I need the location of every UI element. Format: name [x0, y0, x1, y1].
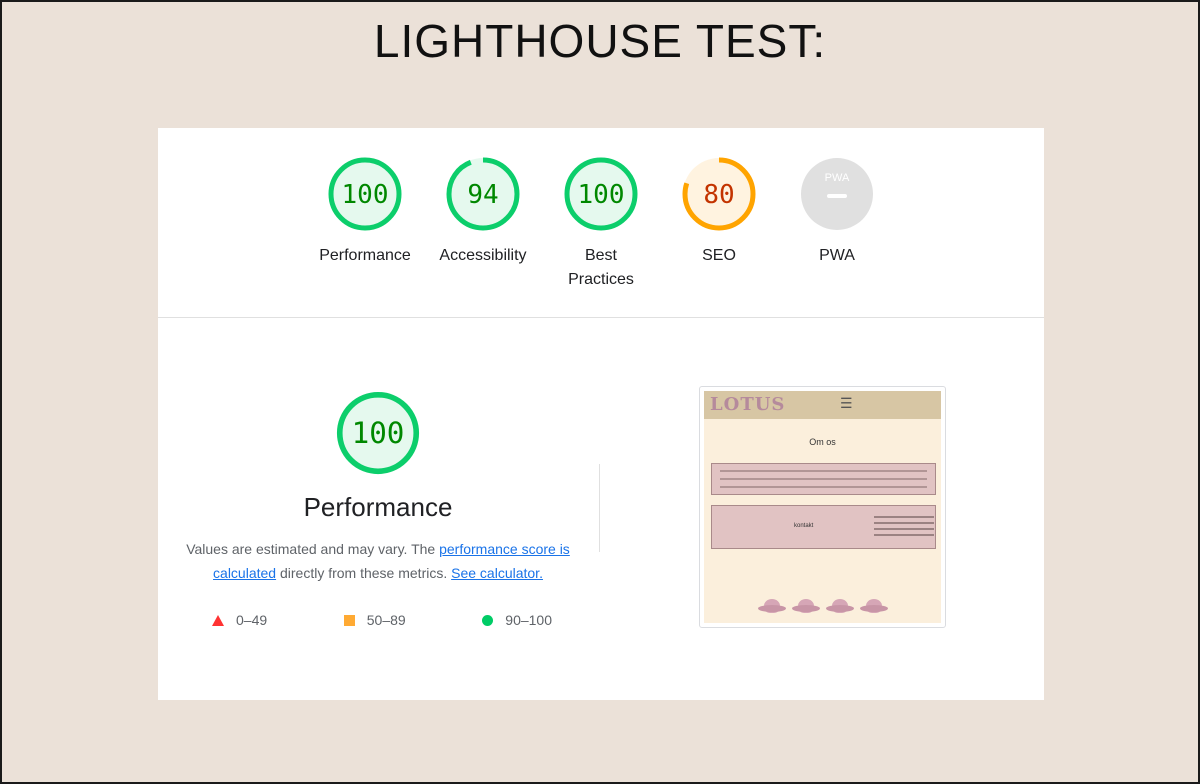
- page-screenshot-thumbnail[interactable]: LOTUS ☰ Om os kontakt: [699, 386, 946, 628]
- legend-average-range: 50–89: [366, 612, 406, 628]
- thumbnail-contact-list: [874, 512, 934, 536]
- gauge-label: SEO: [702, 247, 736, 264]
- gauge-score: PWA: [825, 172, 850, 184]
- description-text: Values are estimated and may vary. The: [186, 541, 440, 557]
- performance-detail: 100 Performance Values are estimated and…: [158, 388, 598, 585]
- legend-fail-range: 0–49: [236, 612, 268, 628]
- page-heading: LIGHTHOUSE TEST:: [373, 15, 827, 67]
- thumbnail-logo: LOTUS: [710, 394, 786, 415]
- square-icon: [343, 614, 355, 626]
- legend-fail: 0–49: [212, 612, 267, 628]
- gauge-score: 80: [703, 180, 734, 210]
- vertical-divider: [599, 464, 600, 552]
- gauge-score: 100: [342, 180, 389, 210]
- gauge-best-practices[interactable]: 100 Best Practices: [542, 154, 660, 292]
- gauge-pwa[interactable]: PWA PWA: [778, 154, 896, 292]
- circle-icon: [482, 614, 494, 626]
- lighthouse-report-panel: 100 Performance 94 Accessibility 100 Best Pra…: [158, 128, 1044, 700]
- score-gauge-icon: 100: [564, 157, 638, 231]
- score-gauge-icon: 80: [682, 157, 756, 231]
- performance-title: Performance: [303, 492, 453, 522]
- thumbnail-title: Om os: [809, 437, 836, 447]
- gauge-seo[interactable]: 80 SEO: [660, 154, 778, 292]
- dash-icon: [827, 194, 847, 198]
- score-gauge-icon: 100: [328, 157, 402, 231]
- lotus-icon: [757, 599, 786, 613]
- score-gauge-icon: PWA: [801, 158, 873, 230]
- score-legend: 0–49 50–89 90–100: [212, 612, 552, 628]
- performance-gauge: 100: [333, 388, 423, 478]
- description-text-middle: directly from these metrics.: [276, 565, 452, 581]
- lotus-icon: [825, 599, 854, 613]
- category-gauges: 100 Performance 94 Accessibility 100 Best Pra…: [158, 154, 1044, 292]
- legend-average: 50–89: [343, 612, 406, 628]
- gauge-label: Best Practices: [568, 247, 634, 288]
- triangle-icon: [212, 614, 224, 626]
- thumbnail-header: LOTUS ☰: [704, 391, 941, 419]
- gauge-label: PWA: [819, 247, 855, 264]
- performance-description: Values are estimated and may vary. The p…: [178, 537, 578, 585]
- hamburger-icon: ☰: [840, 395, 853, 411]
- lotus-icon: [791, 599, 820, 613]
- thumbnail-contact-box: kontakt: [711, 505, 936, 549]
- gauge-label: Accessibility: [439, 247, 527, 264]
- thumbnail-contact-label: kontakt: [794, 523, 814, 529]
- see-calculator-link[interactable]: See calculator.: [451, 565, 543, 581]
- gauge-label: Performance: [319, 247, 411, 264]
- thumbnail-site: LOTUS ☰ Om os kontakt: [704, 391, 941, 623]
- legend-pass: 90–100: [482, 612, 552, 628]
- section-divider: [158, 317, 1044, 318]
- score-gauge-icon: 94: [446, 157, 520, 231]
- gauge-performance[interactable]: 100 Performance: [306, 154, 424, 292]
- performance-score-gauge-icon: 100: [336, 391, 420, 475]
- gauge-accessibility[interactable]: 94 Accessibility: [424, 154, 542, 292]
- thumbnail-lotus-decorations: [704, 599, 941, 613]
- legend-pass-range: 90–100: [505, 612, 552, 628]
- lotus-icon: [859, 599, 888, 613]
- gauge-score: 94: [467, 180, 498, 210]
- thumbnail-text-box: [711, 463, 936, 495]
- gauge-score: 100: [578, 180, 625, 210]
- gauge-score: 100: [352, 416, 405, 450]
